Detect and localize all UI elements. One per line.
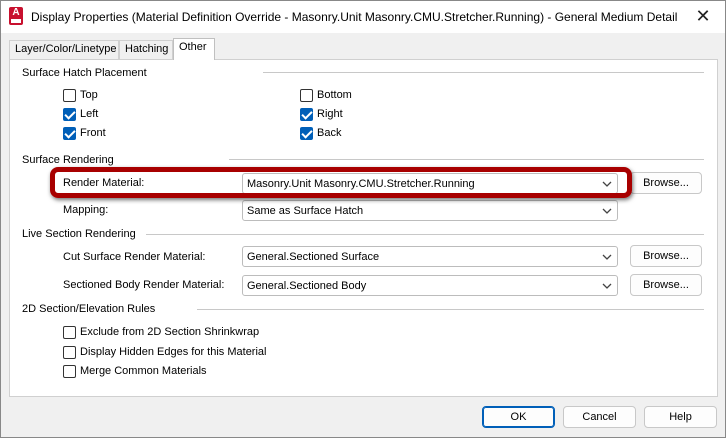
title-bar: A Display Properties (Material Definitio… bbox=[1, 1, 725, 33]
help-button[interactable]: Help bbox=[644, 406, 717, 428]
chevron-down-icon bbox=[601, 279, 613, 293]
tab-layer-color-linetype[interactable]: Layer/Color/Linetype bbox=[9, 40, 119, 59]
group-divider bbox=[229, 159, 704, 160]
left-checkbox-label: Left bbox=[80, 108, 99, 120]
tab-other[interactable]: Other bbox=[173, 38, 215, 60]
front-checkbox-label: Front bbox=[80, 127, 106, 139]
front-checkbox-box[interactable] bbox=[63, 127, 76, 140]
cancel-button[interactable]: Cancel bbox=[563, 406, 636, 428]
hidden-edges-box[interactable] bbox=[63, 346, 76, 359]
render-material-dropdown[interactable]: Masonry.Unit Masonry.CMU.Stretcher.Runni… bbox=[242, 173, 618, 194]
section-rules-group-label: 2D Section/Elevation Rules bbox=[22, 303, 160, 315]
render-material-label: Render Material: bbox=[63, 177, 145, 189]
back-checkbox-label: Back bbox=[317, 127, 342, 139]
live-section-group-label: Live Section Rendering bbox=[22, 228, 140, 240]
back-checkbox-box[interactable] bbox=[300, 127, 313, 140]
chevron-down-icon bbox=[601, 250, 613, 264]
group-divider bbox=[197, 309, 704, 310]
sectioned-body-value: General.Sectioned Body bbox=[247, 280, 367, 292]
top-checkbox-label: Top bbox=[80, 89, 98, 101]
chevron-down-icon bbox=[601, 177, 613, 191]
surface-hatch-group-label: Surface Hatch Placement bbox=[22, 67, 151, 79]
bottom-checkbox-box[interactable] bbox=[300, 89, 313, 102]
right-checkbox-box[interactable] bbox=[300, 108, 313, 121]
surface-rendering-group-label: Surface Rendering bbox=[22, 154, 118, 166]
exclude-shrinkwrap-label: Exclude from 2D Section Shrinkwrap bbox=[80, 326, 260, 338]
autocad-icon: A bbox=[9, 7, 23, 25]
top-checkbox-box[interactable] bbox=[63, 89, 76, 102]
tab-hatching[interactable]: Hatching bbox=[119, 40, 173, 59]
display-properties-dialog: A Display Properties (Material Definitio… bbox=[0, 0, 726, 438]
mapping-label: Mapping: bbox=[63, 204, 109, 216]
exclude-shrinkwrap-box[interactable] bbox=[63, 326, 76, 339]
cut-surface-dropdown[interactable]: General.Sectioned Surface bbox=[242, 246, 618, 267]
group-divider bbox=[146, 234, 704, 235]
right-checkbox-label: Right bbox=[317, 108, 343, 120]
mapping-value: Same as Surface Hatch bbox=[247, 205, 364, 217]
group-divider bbox=[263, 72, 704, 73]
sectioned-body-label: Sectioned Body Render Material: bbox=[63, 279, 225, 291]
merge-materials-label: Merge Common Materials bbox=[80, 365, 207, 377]
cut-surface-label: Cut Surface Render Material: bbox=[63, 251, 206, 263]
left-checkbox-box[interactable] bbox=[63, 108, 76, 121]
mapping-dropdown[interactable]: Same as Surface Hatch bbox=[242, 200, 618, 221]
hidden-edges-label: Display Hidden Edges for this Material bbox=[80, 346, 267, 358]
sectioned-body-dropdown[interactable]: General.Sectioned Body bbox=[242, 275, 618, 296]
bottom-checkbox-label: Bottom bbox=[317, 89, 352, 101]
render-material-value: Masonry.Unit Masonry.CMU.Stretcher.Runni… bbox=[247, 178, 475, 190]
close-icon[interactable]: ✕ bbox=[693, 6, 713, 26]
ok-button[interactable]: OK bbox=[482, 406, 555, 428]
cut-surface-value: General.Sectioned Surface bbox=[247, 251, 380, 263]
window-title: Display Properties (Material Definition … bbox=[31, 10, 678, 24]
cut-surface-browse-button[interactable]: Browse... bbox=[630, 245, 702, 267]
render-material-browse-button[interactable]: Browse... bbox=[630, 172, 702, 194]
merge-materials-box[interactable] bbox=[63, 365, 76, 378]
chevron-down-icon bbox=[601, 204, 613, 218]
sectioned-body-browse-button[interactable]: Browse... bbox=[630, 274, 702, 296]
